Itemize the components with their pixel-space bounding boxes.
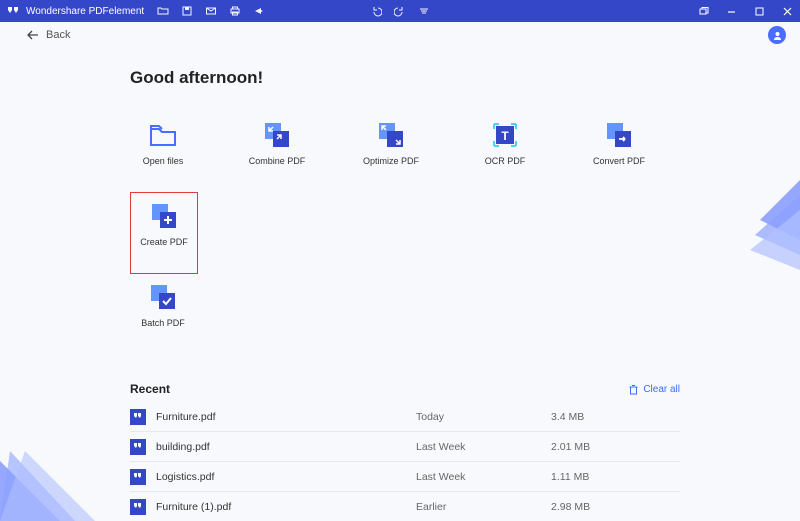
back-row: Back: [0, 22, 800, 48]
print-icon[interactable]: [228, 4, 242, 18]
file-date: Last Week: [416, 441, 551, 453]
file-name: Furniture.pdf: [156, 411, 416, 423]
file-size: 1.11 MB: [551, 471, 589, 483]
batch-icon: [148, 282, 178, 312]
window-restore-icon[interactable]: [696, 4, 710, 18]
file-size: 2.01 MB: [551, 441, 590, 453]
app-logo-icon: [6, 4, 20, 18]
content: Good afternoon! Open files Combine PDF Opt…: [0, 48, 800, 521]
back-arrow-icon[interactable]: [26, 29, 40, 41]
tile-convert[interactable]: Convert PDF: [590, 120, 648, 166]
clear-icon: [628, 384, 639, 395]
window-minimize-icon[interactable]: [724, 4, 738, 18]
file-icon: [130, 499, 146, 515]
avatar[interactable]: [768, 26, 786, 44]
recent-row[interactable]: building.pdfLast Week2.01 MB: [130, 432, 680, 462]
tile-optimize[interactable]: Optimize PDF: [362, 120, 420, 166]
more-icon[interactable]: [417, 4, 431, 18]
tile-label: Combine PDF: [249, 156, 306, 166]
back-label[interactable]: Back: [46, 29, 70, 41]
folder-icon: [148, 120, 178, 150]
tile-batch[interactable]: Batch PDF: [134, 282, 192, 328]
tile-label: Open files: [143, 156, 184, 166]
file-date: Today: [416, 411, 551, 423]
tile-label: OCR PDF: [485, 156, 526, 166]
file-size: 2.98 MB: [551, 501, 590, 513]
tile-create[interactable]: Create PDF: [135, 201, 193, 247]
clear-all-button[interactable]: Clear all: [628, 384, 680, 395]
window-close-icon[interactable]: [780, 4, 794, 18]
file-name: Logistics.pdf: [156, 471, 416, 483]
clear-all-label: Clear all: [643, 384, 680, 395]
tile-label: Batch PDF: [141, 318, 185, 328]
mail-icon[interactable]: [204, 4, 218, 18]
action-grid: Open files Combine PDF Optimize PDF T OCR PD…: [130, 112, 680, 354]
file-icon: [130, 439, 146, 455]
tile-label: Convert PDF: [593, 156, 645, 166]
app-title: Wondershare PDFelement: [26, 6, 144, 17]
redo-icon[interactable]: [393, 4, 407, 18]
ocr-icon: T: [490, 120, 520, 150]
tile-folder[interactable]: Open files: [134, 120, 192, 166]
file-date: Earlier: [416, 501, 551, 513]
create-icon: [149, 201, 179, 231]
window-maximize-icon[interactable]: [752, 4, 766, 18]
svg-text:T: T: [501, 129, 509, 143]
recent-list: Furniture.pdfToday3.4 MBbuilding.pdfLast…: [130, 402, 680, 521]
combine-icon: [262, 120, 292, 150]
recent-row[interactable]: Furniture (1).pdfEarlier2.98 MB: [130, 492, 680, 521]
folder-icon[interactable]: [156, 4, 170, 18]
file-size: 3.4 MB: [551, 411, 584, 423]
page-title: Good afternoon!: [130, 68, 680, 88]
file-icon: [130, 409, 146, 425]
file-name: building.pdf: [156, 441, 416, 453]
tile-label: Create PDF: [140, 237, 188, 247]
file-date: Last Week: [416, 471, 551, 483]
undo-icon[interactable]: [369, 4, 383, 18]
convert-icon: [604, 120, 634, 150]
titlebar: Wondershare PDFelement: [0, 0, 800, 22]
file-name: Furniture (1).pdf: [156, 501, 416, 513]
optimize-icon: [376, 120, 406, 150]
save-icon[interactable]: [180, 4, 194, 18]
share-icon[interactable]: [252, 4, 266, 18]
tile-combine[interactable]: Combine PDF: [248, 120, 306, 166]
recent-row[interactable]: Furniture.pdfToday3.4 MB: [130, 402, 680, 432]
tile-ocr[interactable]: T OCR PDF: [476, 120, 534, 166]
recent-row[interactable]: Logistics.pdfLast Week1.11 MB: [130, 462, 680, 492]
file-icon: [130, 469, 146, 485]
recent-heading: Recent: [130, 382, 170, 396]
tile-label: Optimize PDF: [363, 156, 419, 166]
